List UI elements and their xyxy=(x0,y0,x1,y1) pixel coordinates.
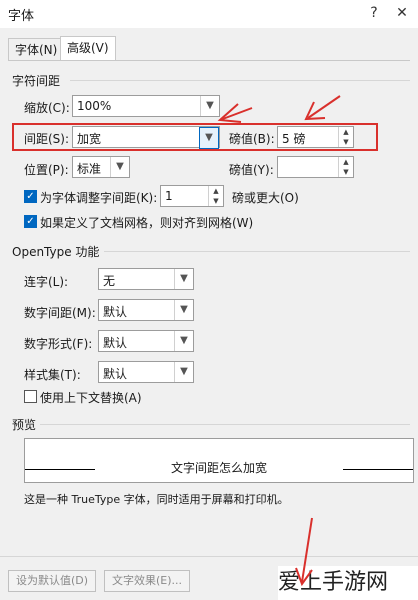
arrow-to-points xyxy=(304,95,341,121)
arrow-to-spacing xyxy=(217,103,253,123)
arrow-to-ok xyxy=(295,517,313,587)
annotation-arrows xyxy=(217,95,341,587)
